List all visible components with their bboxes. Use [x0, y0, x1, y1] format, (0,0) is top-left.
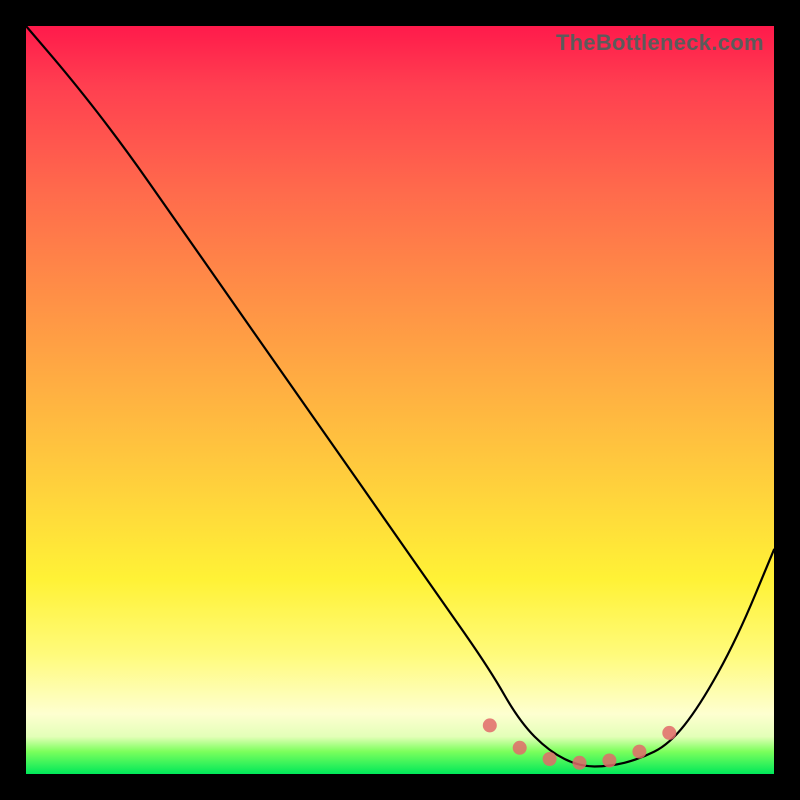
sweet-spot-marker — [573, 756, 587, 770]
sweet-spot-marker — [662, 726, 676, 740]
sweet-spot-marker — [602, 754, 616, 768]
sweet-spot-marker — [543, 752, 557, 766]
plot-area: TheBottleneck.com — [26, 26, 774, 774]
curve-layer — [26, 26, 774, 774]
sweet-spot-marker — [632, 745, 646, 759]
chart-frame: TheBottleneck.com — [0, 0, 800, 800]
sweet-spot-marker — [483, 718, 497, 732]
sweet-spot-markers — [483, 718, 677, 769]
bottleneck-curve — [26, 26, 774, 767]
sweet-spot-marker — [513, 741, 527, 755]
